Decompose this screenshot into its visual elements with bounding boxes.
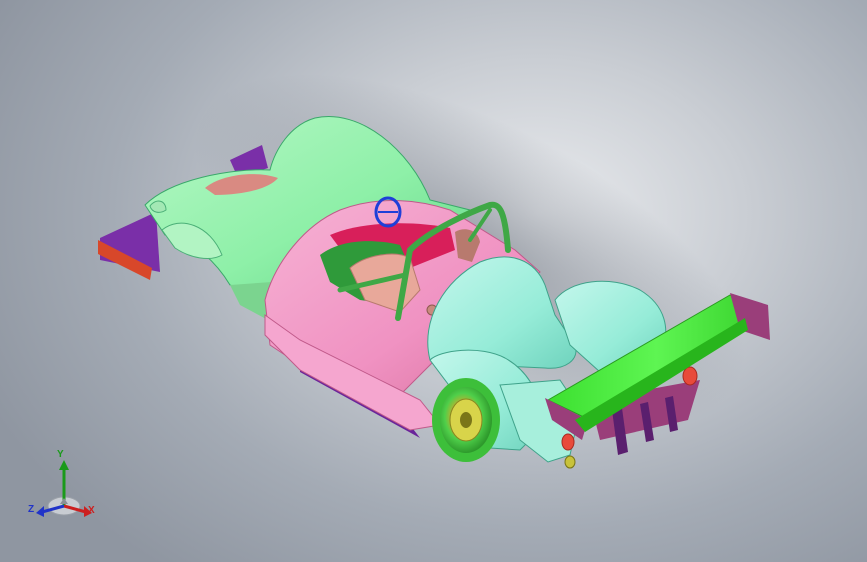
front-left-wheel bbox=[432, 378, 500, 462]
axis-triad: Y Z X bbox=[24, 448, 104, 522]
headlight-left bbox=[561, 433, 575, 451]
headlight-lower bbox=[564, 455, 576, 469]
y-axis-label: Y bbox=[57, 449, 64, 460]
rear-lamp-left bbox=[149, 200, 167, 213]
z-axis-label: Z bbox=[28, 504, 35, 515]
x-axis-label: X bbox=[88, 505, 95, 516]
z-axis-arrow bbox=[36, 506, 44, 517]
race-car-model[interactable] bbox=[0, 0, 867, 562]
graphics-viewport[interactable]: Y Z X bbox=[0, 0, 867, 562]
headlight-right bbox=[682, 366, 698, 386]
y-axis-arrow bbox=[59, 460, 69, 470]
